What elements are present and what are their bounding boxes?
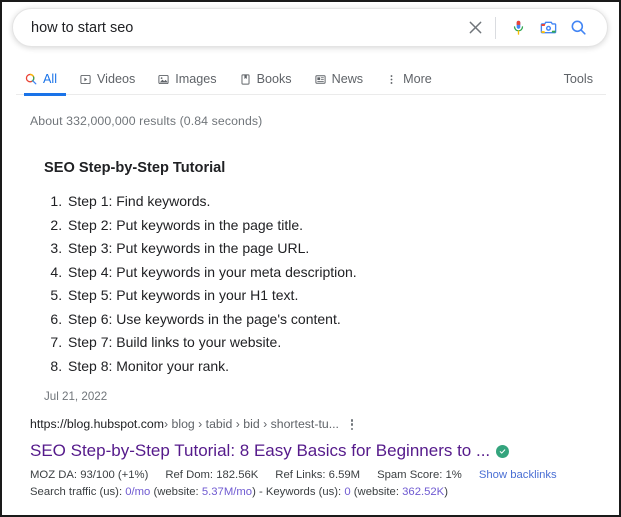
tab-images-label: Images <box>175 72 217 86</box>
tab-news-label: News <box>331 72 364 86</box>
microphone-icon[interactable] <box>503 13 533 43</box>
result-url-line: https://blog.hubspot.com › blog › tabid … <box>30 416 590 433</box>
tabs-list: All Videos Images Books News More <box>24 64 454 96</box>
traffic-metrics-row: Search traffic (us): 0/mo (website: 5.37… <box>30 486 590 498</box>
tab-more-label: More <box>403 72 432 86</box>
search-nav-tabs: All Videos Images Books News More Tools <box>2 64 619 96</box>
search-bar-icons <box>460 13 593 43</box>
tab-images[interactable]: Images <box>157 64 227 94</box>
verified-check-icon <box>496 444 510 458</box>
traffic-sep-3: (website: <box>350 486 403 498</box>
search-result: https://blog.hubspot.com › blog › tabid … <box>30 416 590 498</box>
list-item: Step 2: Put keywords in the page title. <box>66 214 564 238</box>
active-tab-underline <box>24 93 66 96</box>
search-icon <box>24 72 38 86</box>
book-icon <box>239 73 252 86</box>
result-url-domain[interactable]: https://blog.hubspot.com <box>30 416 164 433</box>
tab-books[interactable]: Books <box>239 64 303 94</box>
tab-all-label: All <box>43 72 57 86</box>
featured-snippet: SEO Step-by-Step Tutorial Step 1: Find k… <box>44 160 564 403</box>
search-submit-icon[interactable] <box>563 13 593 43</box>
list-item: Step 6: Use keywords in the page's conte… <box>66 308 564 332</box>
kebab-icon <box>385 73 398 86</box>
tab-videos-label: Videos <box>97 72 136 86</box>
list-item: Step 1: Find keywords. <box>66 190 564 214</box>
traffic-value-us: 0/mo <box>125 486 151 498</box>
keywords-value-website: 362.52K <box>402 486 445 498</box>
list-item: Step 4: Put keywords in your meta descri… <box>66 261 564 285</box>
search-bar[interactable] <box>12 8 608 47</box>
tab-more[interactable]: More <box>385 64 443 94</box>
traffic-value-website: 5.37M/mo <box>201 486 253 498</box>
traffic-tail: ) <box>444 486 448 498</box>
metric-ref-links: Ref Links: 6.59M <box>275 469 361 481</box>
snippet-step-list: Step 1: Find keywords. Step 2: Put keywo… <box>44 190 564 378</box>
result-title-row: SEO Step-by-Step Tutorial: 8 Easy Basics… <box>30 440 590 462</box>
search-input[interactable] <box>31 19 460 36</box>
list-item: Step 7: Build links to your website. <box>66 331 564 355</box>
snippet-title: SEO Step-by-Step Tutorial <box>44 160 226 176</box>
metric-moz-da: MOZ DA: 93/100 (+1%) <box>30 469 149 481</box>
kebab-icon[interactable] <box>350 419 354 430</box>
traffic-sep-1: (website: <box>150 486 202 498</box>
google-search-results-page: All Videos <box>0 0 621 517</box>
video-icon <box>79 73 92 86</box>
traffic-sep-2: ) - Keywords (us): <box>252 486 345 498</box>
breadcrumb: › blog › tabid › bid › shortest-tu... <box>163 417 339 431</box>
camera-lens-icon[interactable] <box>533 13 563 43</box>
tab-videos[interactable]: Videos <box>79 64 146 94</box>
clear-search-icon[interactable] <box>460 13 490 43</box>
tab-all[interactable]: All <box>24 64 68 94</box>
show-backlinks-link[interactable]: Show backlinks <box>479 469 557 481</box>
list-item: Step 8: Monitor your rank. <box>66 355 564 379</box>
traffic-label: Search traffic (us): <box>30 486 126 498</box>
metric-spam-score: Spam Score: 1% <box>377 469 462 481</box>
search-bar-container <box>12 8 608 47</box>
image-icon <box>157 73 170 86</box>
tab-books-label: Books <box>256 72 292 86</box>
result-stats: About 332,000,000 results (0.84 seconds) <box>30 114 263 128</box>
moz-metrics-row: MOZ DA: 93/100 (+1%) Ref Dom: 182.56K Ref … <box>30 469 590 481</box>
snippet-date: Jul 21, 2022 <box>44 390 108 403</box>
list-item: Step 5: Put keywords in your H1 text. <box>66 284 564 308</box>
tab-news[interactable]: News <box>314 64 375 94</box>
news-icon <box>314 73 327 86</box>
result-title-link[interactable]: SEO Step-by-Step Tutorial: 8 Easy Basics… <box>30 440 490 462</box>
list-item: Step 3: Put keywords in the page URL. <box>66 237 564 261</box>
tools-button[interactable]: Tools <box>564 64 593 94</box>
search-bar-divider <box>495 16 496 39</box>
metric-ref-dom: Ref Dom: 182.56K <box>165 469 259 481</box>
